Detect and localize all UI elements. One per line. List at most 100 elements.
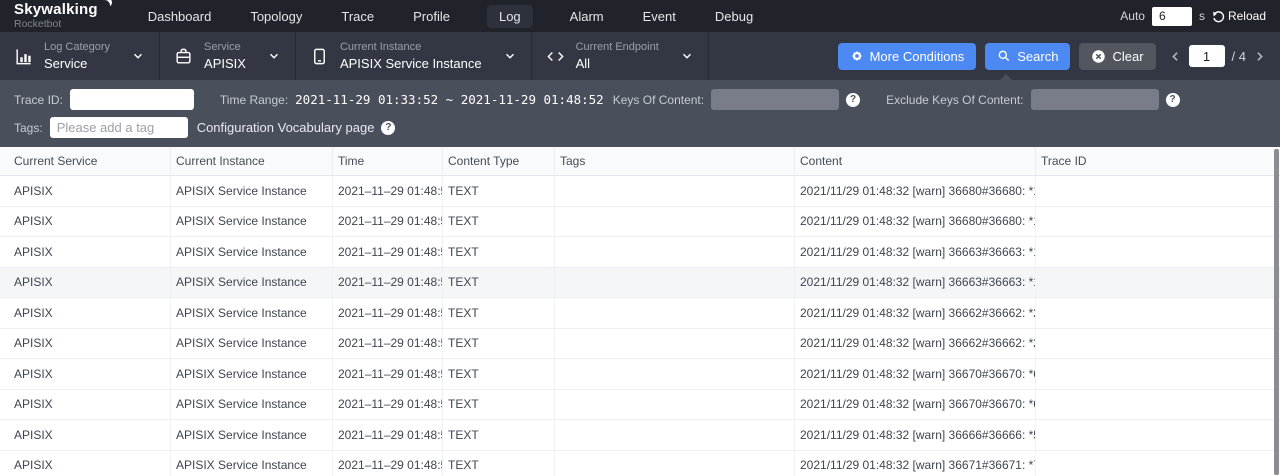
vocabulary-page-link[interactable]: Configuration Vocabulary page — [197, 120, 375, 135]
clear-button[interactable]: Clear — [1079, 43, 1155, 70]
pagination: / 4 — [1169, 45, 1266, 67]
nav-item-topology[interactable]: Topology — [248, 5, 304, 28]
popover-arrow — [999, 74, 1013, 81]
vertical-scrollbar[interactable] — [1274, 149, 1279, 475]
tags-input[interactable] — [50, 117, 188, 138]
nav-item-profile[interactable]: Profile — [411, 5, 452, 28]
table-row[interactable]: APISIXAPISIX Service Instance2021–11–29 … — [0, 329, 1280, 360]
gear-icon — [850, 49, 864, 63]
nav-item-debug[interactable]: Debug — [713, 5, 755, 28]
cell-content: 2021/11/29 01:48:32 [warn] 36662#36662: … — [795, 298, 1036, 328]
exclude-keys-label: Exclude Keys Of Content: — [886, 93, 1023, 107]
table-row[interactable]: APISIXAPISIX Service Instance2021–11–29 … — [0, 451, 1280, 476]
help-icon[interactable] — [1166, 93, 1180, 107]
nav-item-dashboard[interactable]: Dashboard — [146, 5, 214, 28]
cell-content: 2021/11/29 01:48:32 [warn] 36663#36663: … — [795, 268, 1036, 298]
help-icon[interactable] — [846, 93, 860, 107]
cell-tags — [555, 298, 795, 328]
selector-log-category[interactable]: Log Category Service — [0, 32, 160, 80]
log-table: Current ServiceCurrent InstanceTimeConte… — [0, 147, 1280, 476]
cell-service: APISIX — [0, 298, 171, 328]
tags-label: Tags: — [14, 121, 43, 135]
cell-service: APISIX — [0, 176, 171, 206]
cell-tags — [555, 268, 795, 298]
cell-content: 2021/11/29 01:48:32 [warn] 36670#36670: … — [795, 390, 1036, 420]
bar-chart-icon — [14, 47, 33, 66]
table-row[interactable]: APISIXAPISIX Service Instance2021–11–29 … — [0, 390, 1280, 421]
chevron-down-icon — [267, 49, 281, 63]
table-row[interactable]: APISIXAPISIX Service Instance2021–11–29 … — [0, 359, 1280, 390]
exclude-keys-input[interactable] — [1031, 89, 1159, 110]
cell-trace_id — [1036, 329, 1280, 359]
nav-item-event[interactable]: Event — [641, 5, 678, 28]
help-icon[interactable] — [381, 121, 395, 135]
column-header: Content Type — [443, 147, 555, 175]
cell-content: 2021/11/29 01:48:32 [warn] 36680#36680: … — [795, 176, 1036, 206]
table-row[interactable]: APISIXAPISIX Service Instance2021–11–29 … — [0, 176, 1280, 207]
table-body: APISIXAPISIX Service Instance2021–11–29 … — [0, 176, 1280, 476]
selector-service[interactable]: Service APISIX — [160, 32, 296, 80]
nav-item-trace[interactable]: Trace — [339, 5, 376, 28]
cell-type: TEXT — [443, 176, 555, 206]
cell-content: 2021/11/29 01:48:32 [warn] 36662#36662: … — [795, 329, 1036, 359]
table-row[interactable]: APISIXAPISIX Service Instance2021–11–29 … — [0, 298, 1280, 329]
cell-trace_id — [1036, 207, 1280, 237]
close-circle-icon — [1091, 49, 1106, 64]
selector-current-instance[interactable]: Current Instance APISIX Service Instance — [296, 32, 532, 80]
nav-item-log[interactable]: Log — [487, 5, 533, 28]
cell-tags — [555, 176, 795, 206]
top-navbar: Skywalking Rocketbot DashboardTopologyTr… — [0, 0, 1280, 32]
toolbar-actions: More Conditions Search Clear — [838, 32, 1280, 80]
cell-time: 2021–11–29 01:48:52 — [333, 420, 443, 450]
cell-type: TEXT — [443, 268, 555, 298]
cell-time: 2021–11–29 01:48:52 — [333, 207, 443, 237]
cell-trace_id — [1036, 420, 1280, 450]
cell-time: 2021–11–29 01:48:52 — [333, 359, 443, 389]
auto-interval-input[interactable] — [1152, 7, 1192, 26]
logo-subtitle: Rocketbot — [14, 19, 110, 30]
auto-unit: s — [1199, 9, 1205, 23]
device-icon — [310, 47, 329, 66]
selector-current-endpoint[interactable]: Current Endpoint All — [532, 32, 709, 80]
cell-tags — [555, 237, 795, 267]
nav-item-alarm[interactable]: Alarm — [568, 5, 606, 28]
cell-content: 2021/11/29 01:48:32 [warn] 36671#36671: … — [795, 451, 1036, 476]
table-row[interactable]: APISIXAPISIX Service Instance2021–11–29 … — [0, 207, 1280, 238]
cell-tags — [555, 207, 795, 237]
search-button[interactable]: Search — [985, 43, 1070, 70]
cell-type: TEXT — [443, 298, 555, 328]
cell-time: 2021–11–29 01:48:52 — [333, 298, 443, 328]
selector-label: Current Instance — [340, 41, 482, 53]
main-nav: Dashboard Topology Trace Profile Log Alarm Eve… — [146, 5, 755, 28]
selector-value: Service — [44, 56, 110, 71]
column-header: Current Service — [0, 147, 171, 175]
trace-id-input[interactable] — [70, 89, 194, 110]
cell-trace_id — [1036, 359, 1280, 389]
selector-label: Current Endpoint — [576, 41, 659, 53]
keys-of-content-label: Keys Of Content: — [613, 93, 704, 107]
keys-of-content-input[interactable] — [711, 89, 839, 110]
reload-label: Reload — [1228, 9, 1266, 23]
trace-id-label: Trace ID: — [14, 93, 63, 107]
selector-value: APISIX Service Instance — [340, 56, 482, 71]
column-header: Current Instance — [171, 147, 333, 175]
cell-tags — [555, 420, 795, 450]
more-conditions-button[interactable]: More Conditions — [838, 43, 977, 70]
reload-button[interactable]: Reload — [1212, 9, 1266, 23]
cell-content: 2021/11/29 01:48:32 [warn] 36680#36680: … — [795, 207, 1036, 237]
time-range-value[interactable]: 2021-11-29 01:33:52 ~ 2021-11-29 01:48:5… — [295, 92, 604, 107]
page-number-input[interactable] — [1189, 45, 1225, 67]
cell-type: TEXT — [443, 420, 555, 450]
cell-instance: APISIX Service Instance — [171, 207, 333, 237]
table-row[interactable]: APISIXAPISIX Service Instance2021–11–29 … — [0, 420, 1280, 451]
next-page-button[interactable] — [1253, 50, 1266, 63]
cell-instance: APISIX Service Instance — [171, 420, 333, 450]
prev-page-button[interactable] — [1169, 50, 1182, 63]
cell-trace_id — [1036, 176, 1280, 206]
cell-instance: APISIX Service Instance — [171, 298, 333, 328]
table-row[interactable]: APISIXAPISIX Service Instance2021–11–29 … — [0, 237, 1280, 268]
cell-instance: APISIX Service Instance — [171, 237, 333, 267]
cell-tags — [555, 329, 795, 359]
table-row[interactable]: APISIXAPISIX Service Instance2021–11–29 … — [0, 268, 1280, 299]
search-icon — [997, 49, 1011, 63]
